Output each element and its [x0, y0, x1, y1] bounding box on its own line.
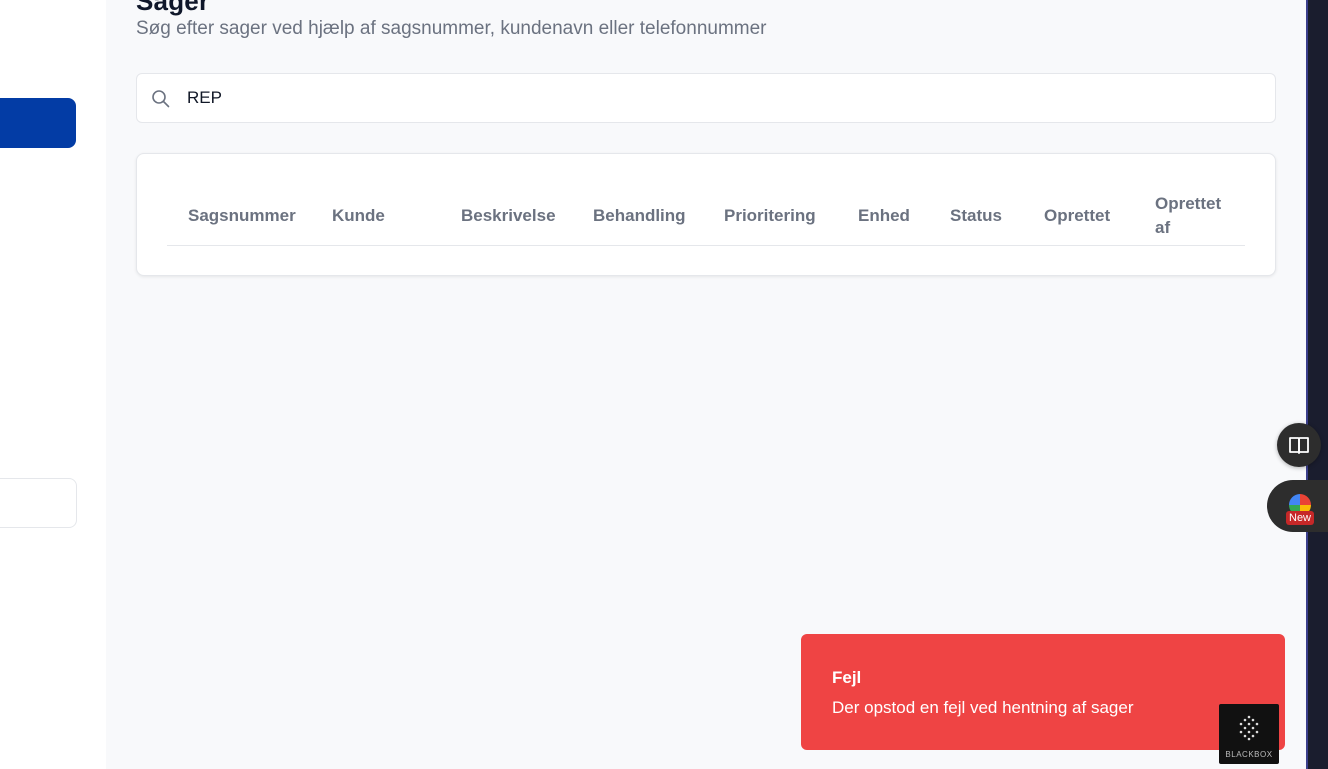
- blackbox-widget[interactable]: BLACKBOX: [1219, 704, 1279, 764]
- toast-message: Der opstod en fejl ved hentning af sager: [832, 698, 1134, 717]
- reader-button[interactable]: [1277, 423, 1321, 467]
- column-header-beskrivelse[interactable]: Beskrivelse: [461, 204, 556, 228]
- blackbox-label: BLACKBOX: [1225, 750, 1273, 759]
- error-toast: Fejl Der opstod en fejl ved hentning af …: [801, 634, 1285, 750]
- search-box[interactable]: [136, 73, 1276, 123]
- extension-new-button[interactable]: New: [1267, 480, 1328, 532]
- column-header-behandling[interactable]: Behandling: [593, 204, 686, 228]
- search-icon: [152, 90, 170, 108]
- page-subtitle: Søg efter sager ved hjælp af sagsnummer,…: [136, 18, 767, 39]
- column-header-status[interactable]: Status: [950, 204, 1002, 228]
- browser-edge-strip: [1306, 0, 1328, 769]
- sidebar-active-item[interactable]: [0, 98, 76, 148]
- sidebar-input-box[interactable]: [0, 478, 77, 528]
- table-header: Sagsnummer Kunde Beskrivelse Behandling …: [167, 190, 1245, 246]
- column-header-oprettet[interactable]: Oprettet: [1044, 204, 1110, 228]
- book-open-icon: [1289, 437, 1309, 454]
- column-header-kunde[interactable]: Kunde: [332, 204, 385, 228]
- column-header-prioritering[interactable]: Prioritering: [724, 204, 816, 228]
- search-input[interactable]: [187, 82, 1247, 114]
- column-header-oprettet-af[interactable]: Oprettet af: [1155, 192, 1235, 240]
- sidebar: [0, 0, 106, 769]
- blackbox-logo-icon: [1239, 715, 1259, 741]
- column-header-sagsnummer[interactable]: Sagsnummer: [188, 204, 296, 228]
- page-title: Sager: [136, 0, 210, 16]
- new-badge: New: [1286, 511, 1315, 525]
- toast-title: Fejl: [832, 668, 862, 687]
- column-header-enhed[interactable]: Enhed: [858, 204, 910, 228]
- cases-table: Sagsnummer Kunde Beskrivelse Behandling …: [136, 153, 1276, 276]
